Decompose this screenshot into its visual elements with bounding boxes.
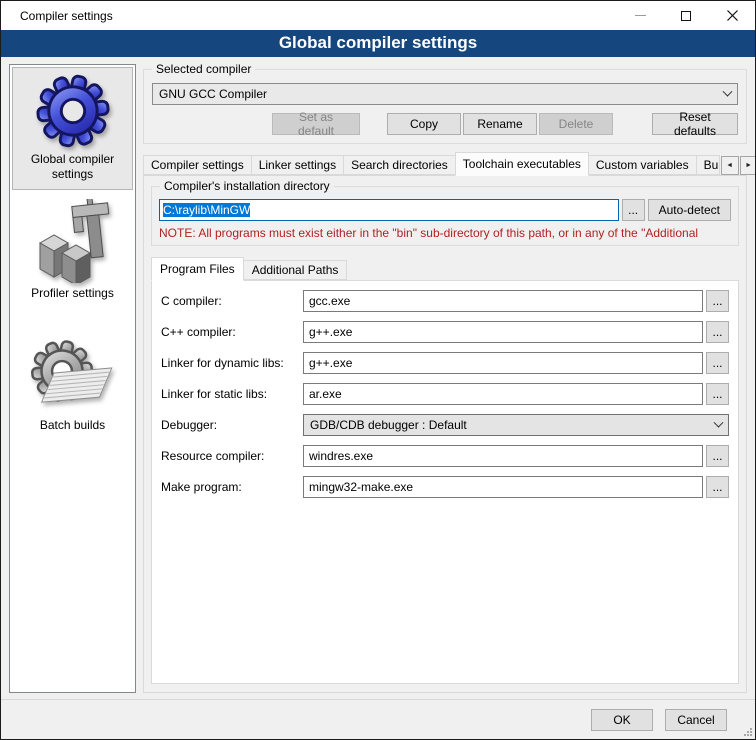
tab-linker-settings[interactable]: Linker settings	[251, 155, 344, 175]
program-files-notebook: Program Files Additional Paths C compile…	[151, 256, 739, 684]
sidebar-item-label: Batch builds	[15, 418, 130, 433]
debugger-label: Debugger:	[161, 418, 303, 432]
resource-compiler-browse-button[interactable]: ...	[706, 445, 729, 467]
resource-compiler-input[interactable]	[303, 445, 703, 467]
static-linker-row: Linker for static libs: ...	[161, 383, 729, 405]
gear-stack-icon	[28, 339, 118, 415]
set-as-default-button[interactable]: Set as default	[272, 113, 360, 135]
copy-button[interactable]: Copy	[387, 113, 461, 135]
chevron-down-icon	[714, 417, 724, 427]
selected-compiler-group: Selected compiler GNU GCC Compiler Set a…	[143, 69, 747, 144]
cpp-compiler-input[interactable]	[303, 321, 703, 343]
tab-custom-variables[interactable]: Custom variables	[588, 155, 697, 175]
maximize-button[interactable]	[663, 1, 709, 30]
c-compiler-row: C compiler: ...	[161, 290, 729, 312]
make-program-label: Make program:	[161, 480, 303, 494]
bin-subdirectory-note: NOTE: All programs must exist either in …	[159, 226, 731, 240]
maximize-icon	[681, 11, 691, 21]
arrow-right-icon: ►	[745, 162, 752, 169]
rename-button[interactable]: Rename	[463, 113, 537, 135]
window-title: Compiler settings	[1, 9, 617, 23]
program-files-page: C compiler: ... C++ compiler: ... Linker…	[151, 280, 739, 684]
installation-directory-browse-button[interactable]: ...	[622, 199, 645, 221]
c-compiler-input[interactable]	[303, 290, 703, 312]
resize-grip[interactable]	[743, 727, 753, 737]
dynamic-linker-label: Linker for dynamic libs:	[161, 356, 303, 370]
debugger-select[interactable]: GDB/CDB debugger : Default	[303, 414, 729, 436]
tab-compiler-settings[interactable]: Compiler settings	[143, 155, 252, 175]
tab-additional-paths[interactable]: Additional Paths	[243, 260, 348, 280]
tab-program-files[interactable]: Program Files	[151, 257, 244, 281]
settings-tab-bar: Compiler settings Linker settings Search…	[143, 151, 747, 175]
sidebar-item-label: Profiler settings	[15, 286, 130, 301]
make-program-browse-button[interactable]: ...	[706, 476, 729, 498]
reset-defaults-button[interactable]: Reset defaults	[652, 113, 738, 135]
sidebar-item-global-compiler-settings[interactable]: Global compiler settings	[12, 67, 133, 190]
installation-directory-value: C:\raylib\MinGW	[163, 203, 250, 217]
c-compiler-label: C compiler:	[161, 294, 303, 308]
make-program-row: Make program: ...	[161, 476, 729, 498]
tab-search-directories[interactable]: Search directories	[343, 155, 456, 175]
c-compiler-browse-button[interactable]: ...	[706, 290, 729, 312]
make-program-input[interactable]	[303, 476, 703, 498]
ok-button[interactable]: OK	[591, 709, 653, 731]
sidebar-item-label: Global compiler settings	[15, 152, 130, 182]
static-linker-browse-button[interactable]: ...	[706, 383, 729, 405]
resource-compiler-row: Resource compiler: ...	[161, 445, 729, 467]
settings-category-list: Global compiler settings	[9, 64, 136, 693]
cpp-compiler-label: C++ compiler:	[161, 325, 303, 339]
tab-toolchain-executables[interactable]: Toolchain executables	[455, 152, 589, 176]
dialog-footer: OK Cancel	[1, 699, 755, 739]
tab-scroll-right-button[interactable]: ►	[740, 156, 755, 175]
delete-button[interactable]: Delete	[539, 113, 613, 135]
compiler-select-value: GNU GCC Compiler	[159, 87, 724, 101]
dynamic-linker-input[interactable]	[303, 352, 703, 374]
tab-scroll-left-button[interactable]: ◄	[721, 156, 739, 175]
close-icon	[727, 10, 738, 21]
tab-build-options[interactable]: Build options	[696, 155, 720, 175]
arrow-left-icon: ◄	[726, 162, 733, 169]
dialog-header: Global compiler settings	[1, 30, 755, 57]
installation-directory-row: C:\raylib\MinGW ... Auto-detect	[159, 199, 731, 221]
compiler-settings-dialog: Compiler settings Global compiler settin…	[0, 0, 756, 740]
selected-compiler-legend: Selected compiler	[152, 62, 255, 76]
cancel-button[interactable]: Cancel	[665, 709, 727, 731]
auto-detect-button[interactable]: Auto-detect	[648, 199, 731, 221]
installation-directory-input[interactable]: C:\raylib\MinGW	[159, 199, 619, 221]
main-panel: Selected compiler GNU GCC Compiler Set a…	[143, 64, 747, 699]
static-linker-label: Linker for static libs:	[161, 387, 303, 401]
minimize-icon	[635, 15, 646, 16]
close-button[interactable]	[709, 1, 755, 30]
installation-directory-legend: Compiler's installation directory	[160, 179, 334, 193]
program-files-tab-bar: Program Files Additional Paths	[151, 256, 739, 280]
debugger-row: Debugger: GDB/CDB debugger : Default	[161, 414, 729, 436]
installation-directory-group: Compiler's installation directory C:\ray…	[151, 186, 739, 246]
compiler-buttons-row: Set as default Copy Rename Delete Reset …	[152, 113, 738, 135]
debugger-select-value: GDB/CDB debugger : Default	[310, 418, 715, 432]
titlebar: Compiler settings	[1, 1, 755, 30]
tab-scroll-controls: ◄ ►	[719, 156, 755, 175]
gear-icon	[35, 73, 111, 149]
dynamic-linker-browse-button[interactable]: ...	[706, 352, 729, 374]
chevron-down-icon	[723, 86, 733, 96]
compiler-select[interactable]: GNU GCC Compiler	[152, 83, 738, 105]
cpp-compiler-browse-button[interactable]: ...	[706, 321, 729, 343]
sidebar-item-profiler-settings[interactable]: Profiler settings	[12, 193, 133, 309]
cpp-compiler-row: C++ compiler: ...	[161, 321, 729, 343]
static-linker-input[interactable]	[303, 383, 703, 405]
minimize-button[interactable]	[617, 1, 663, 30]
resource-compiler-label: Resource compiler:	[161, 449, 303, 463]
dynamic-linker-row: Linker for dynamic libs: ...	[161, 352, 729, 374]
sidebar-item-batch-builds[interactable]: Batch builds	[12, 333, 133, 441]
caliper-icon	[32, 199, 114, 283]
dialog-body: Global compiler settings	[1, 57, 755, 699]
toolchain-executables-page: Compiler's installation directory C:\ray…	[143, 175, 747, 693]
